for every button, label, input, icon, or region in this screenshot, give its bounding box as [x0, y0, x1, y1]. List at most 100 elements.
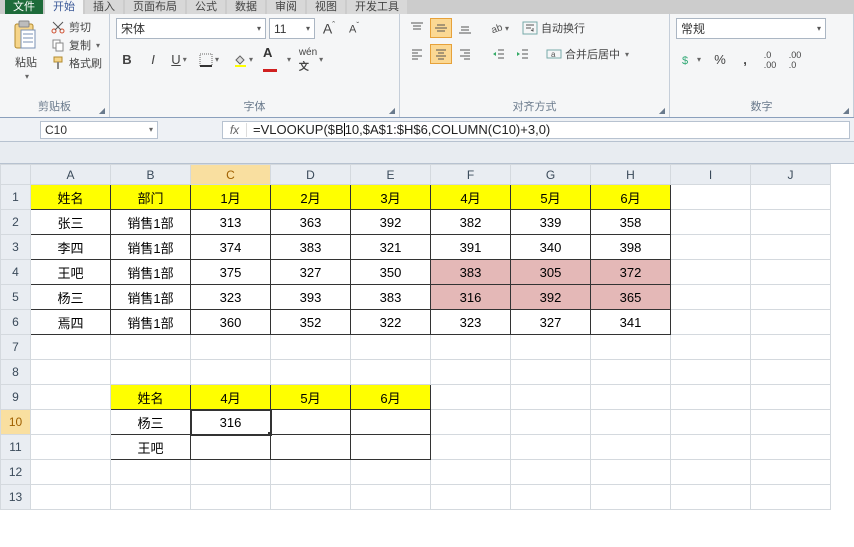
cell-H12[interactable] [591, 460, 671, 485]
cell-E2[interactable]: 392 [351, 210, 431, 235]
cell-J4[interactable] [751, 260, 831, 285]
orientation-button[interactable]: ab▾ [488, 18, 510, 38]
comma-button[interactable]: , [734, 49, 756, 70]
cell-C7[interactable] [191, 335, 271, 360]
cell-D2[interactable]: 363 [271, 210, 351, 235]
cell-I13[interactable] [671, 485, 751, 510]
cell-F13[interactable] [431, 485, 511, 510]
bold-button[interactable]: B [116, 49, 138, 70]
cell-F6[interactable]: 323 [431, 310, 511, 335]
cell-B3[interactable]: 销售1部 [111, 235, 191, 260]
cell-I11[interactable] [671, 435, 751, 460]
cell-D10[interactable] [271, 410, 351, 435]
tab-review[interactable]: 审阅 [267, 0, 305, 14]
cell-D4[interactable]: 327 [271, 260, 351, 285]
cell-E6[interactable]: 322 [351, 310, 431, 335]
cell-G7[interactable] [511, 335, 591, 360]
cell-C3[interactable]: 374 [191, 235, 271, 260]
row-header-1[interactable]: 1 [1, 185, 31, 210]
cell-H8[interactable] [591, 360, 671, 385]
cell-A2[interactable]: 张三 [31, 210, 111, 235]
cell-A11[interactable] [31, 435, 111, 460]
cell-C10[interactable]: 316 [191, 410, 271, 435]
cell-C12[interactable] [191, 460, 271, 485]
font-color-button[interactable]: A▾ [262, 49, 292, 70]
cell-A1[interactable]: 姓名 [31, 185, 111, 210]
cell-G5[interactable]: 392 [511, 285, 591, 310]
cell-B4[interactable]: 销售1部 [111, 260, 191, 285]
cell-G13[interactable] [511, 485, 591, 510]
fx-button[interactable]: fx [223, 123, 247, 137]
cell-E4[interactable]: 350 [351, 260, 431, 285]
cell-G9[interactable] [511, 385, 591, 410]
cell-C13[interactable] [191, 485, 271, 510]
cell-I1[interactable] [671, 185, 751, 210]
cell-H11[interactable] [591, 435, 671, 460]
cell-I9[interactable] [671, 385, 751, 410]
align-top-button[interactable] [406, 18, 428, 38]
row-header-10[interactable]: 10 [1, 410, 31, 435]
spreadsheet-grid[interactable]: ABCDEFGHIJ 1姓名部门1月2月3月4月5月6月2张三销售1部31336… [0, 164, 854, 510]
cell-B6[interactable]: 销售1部 [111, 310, 191, 335]
merge-center-button[interactable]: a 合并后居中▾ [546, 45, 629, 63]
cell-J6[interactable] [751, 310, 831, 335]
cell-J12[interactable] [751, 460, 831, 485]
cell-D8[interactable] [271, 360, 351, 385]
cell-B11[interactable]: 王吧 [111, 435, 191, 460]
row-header-6[interactable]: 6 [1, 310, 31, 335]
col-header-H[interactable]: H [591, 165, 671, 185]
cell-C5[interactable]: 323 [191, 285, 271, 310]
cell-H1[interactable]: 6月 [591, 185, 671, 210]
cell-A3[interactable]: 李四 [31, 235, 111, 260]
cell-F9[interactable] [431, 385, 511, 410]
cell-H10[interactable] [591, 410, 671, 435]
cell-E5[interactable]: 383 [351, 285, 431, 310]
cell-I10[interactable] [671, 410, 751, 435]
row-header-2[interactable]: 2 [1, 210, 31, 235]
cell-A9[interactable] [31, 385, 111, 410]
cell-F11[interactable] [431, 435, 511, 460]
cell-F2[interactable]: 382 [431, 210, 511, 235]
cell-H7[interactable] [591, 335, 671, 360]
cell-G12[interactable] [511, 460, 591, 485]
cell-D5[interactable]: 393 [271, 285, 351, 310]
cell-D3[interactable]: 383 [271, 235, 351, 260]
cell-E11[interactable] [351, 435, 431, 460]
percent-button[interactable]: % [709, 49, 731, 70]
col-header-E[interactable]: E [351, 165, 431, 185]
cell-I8[interactable] [671, 360, 751, 385]
italic-button[interactable]: I [142, 49, 164, 70]
cell-J3[interactable] [751, 235, 831, 260]
cell-E7[interactable] [351, 335, 431, 360]
cell-J9[interactable] [751, 385, 831, 410]
cell-B10[interactable]: 杨三 [111, 410, 191, 435]
font-name-combo[interactable]: 宋体▾ [116, 18, 266, 39]
cell-D11[interactable] [271, 435, 351, 460]
number-format-combo[interactable]: 常规▾ [676, 18, 826, 39]
cell-D13[interactable] [271, 485, 351, 510]
cell-F7[interactable] [431, 335, 511, 360]
increase-indent-button[interactable] [512, 44, 534, 64]
border-button[interactable]: ▾ [194, 49, 224, 70]
col-header-B[interactable]: B [111, 165, 191, 185]
increase-font-button[interactable]: Aˆ [318, 18, 340, 39]
cell-D6[interactable]: 352 [271, 310, 351, 335]
row-header-11[interactable]: 11 [1, 435, 31, 460]
tab-home[interactable]: 开始 [45, 0, 83, 14]
tab-layout[interactable]: 页面布局 [125, 0, 185, 14]
cell-J10[interactable] [751, 410, 831, 435]
cell-G1[interactable]: 5月 [511, 185, 591, 210]
paste-button[interactable]: 粘贴 ▾ [6, 18, 46, 83]
row-header-9[interactable]: 9 [1, 385, 31, 410]
cell-E1[interactable]: 3月 [351, 185, 431, 210]
cell-G2[interactable]: 339 [511, 210, 591, 235]
cell-E8[interactable] [351, 360, 431, 385]
select-all-corner[interactable] [1, 165, 31, 185]
cell-A12[interactable] [31, 460, 111, 485]
cell-A4[interactable]: 王吧 [31, 260, 111, 285]
cell-J2[interactable] [751, 210, 831, 235]
underline-button[interactable]: U▾ [168, 49, 190, 70]
cell-J1[interactable] [751, 185, 831, 210]
cell-F12[interactable] [431, 460, 511, 485]
increase-decimal-button[interactable]: .0.00 [759, 49, 781, 70]
